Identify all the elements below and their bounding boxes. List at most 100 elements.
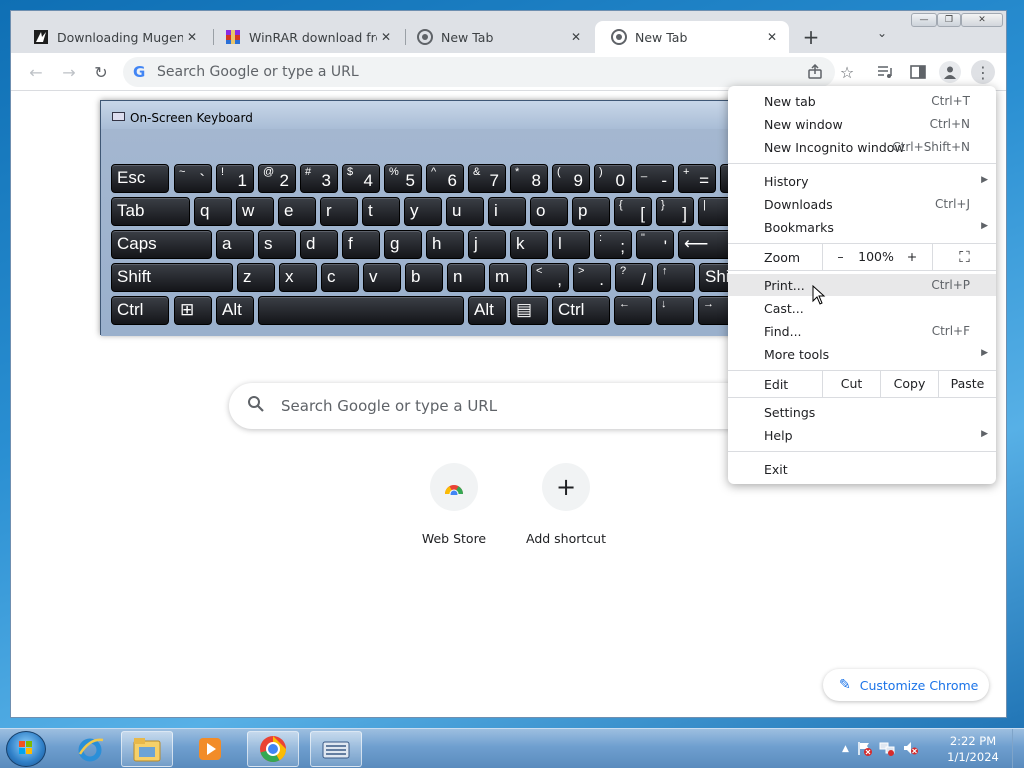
osk-key-bottom-row-7[interactable]: m: [489, 263, 527, 292]
osk-key-home-row-11[interactable]: " ': [636, 230, 674, 259]
menu-item-settings[interactable]: Settings: [728, 401, 996, 423]
osk-key-number-row-10[interactable]: (9: [552, 164, 590, 193]
osk-key-top-row-7[interactable]: u: [446, 197, 484, 226]
menu-item-exit[interactable]: Exit: [728, 458, 996, 480]
osk-key-number-row-5[interactable]: $4: [342, 164, 380, 193]
osk-key-home-row-6[interactable]: h: [426, 230, 464, 259]
osk-key-top-row-6[interactable]: y: [404, 197, 442, 226]
restore-button[interactable]: ❐: [937, 13, 961, 27]
osk-key-number-row-13[interactable]: + =: [678, 164, 716, 193]
forward-icon[interactable]: →: [59, 62, 79, 82]
osk-key-number-row-0[interactable]: Esc: [111, 164, 169, 193]
osk-key-bottom-row-2[interactable]: x: [279, 263, 317, 292]
osk-key-space-row-2[interactable]: Alt: [216, 296, 254, 325]
osk-key-bottom-row-5[interactable]: b: [405, 263, 443, 292]
menu-item-new-incognito[interactable]: New Incognito window Ctrl+Shift+N: [728, 136, 996, 158]
osk-key-number-row-7[interactable]: ^ 6: [426, 164, 464, 193]
osk-key-top-row-8[interactable]: i: [488, 197, 526, 226]
network-icon[interactable]: [879, 740, 895, 759]
menu-item-bookmarks[interactable]: Bookmarks ▶: [728, 216, 996, 238]
tab-new-tab[interactable]: New Tab ✕: [401, 21, 593, 53]
clock[interactable]: 2:22 PM 1/1/2024: [938, 733, 1008, 765]
menu-item-help[interactable]: Help ▶: [728, 424, 996, 446]
osk-key-number-row-4[interactable]: #3: [300, 164, 338, 193]
volume-muted-icon[interactable]: [902, 740, 918, 759]
zoom-in-button[interactable]: +: [894, 244, 930, 270]
ntp-search-box[interactable]: Search Google or type a URL: [229, 383, 789, 429]
close-tab-icon[interactable]: ✕: [183, 30, 201, 44]
osk-key-home-row-1[interactable]: a: [216, 230, 254, 259]
osk-key-home-row-4[interactable]: f: [342, 230, 380, 259]
osk-key-home-row-10[interactable]: :;: [594, 230, 632, 259]
cut-button[interactable]: Cut: [822, 371, 880, 397]
start-button[interactable]: [6, 731, 46, 767]
paste-button[interactable]: Paste: [938, 371, 996, 397]
fullscreen-icon[interactable]: ⛶: [932, 244, 996, 270]
show-desktop-button[interactable]: [1012, 729, 1024, 768]
osk-key-bottom-row-3[interactable]: c: [321, 263, 359, 292]
shortcut-web-store[interactable]: Web Store: [409, 463, 499, 546]
osk-title-bar[interactable]: On-Screen Keyboard: [101, 101, 739, 129]
tab-new-tab-active[interactable]: New Tab ✕: [595, 21, 789, 53]
osk-key-home-row-5[interactable]: g: [384, 230, 422, 259]
osk-key-number-row-6[interactable]: % 5: [384, 164, 422, 193]
osk-key-bottom-row-1[interactable]: z: [237, 263, 275, 292]
osk-key-top-row-4[interactable]: r: [320, 197, 358, 226]
osk-key-home-row-9[interactable]: l: [552, 230, 590, 259]
chrome-menu-kebab-icon[interactable]: ⋮: [971, 60, 995, 84]
minimize-button[interactable]: —: [911, 13, 937, 27]
osk-key-top-row-5[interactable]: t: [362, 197, 400, 226]
close-window-button[interactable]: ✕: [961, 13, 1003, 27]
menu-item-more-tools[interactable]: More tools ▶: [728, 343, 996, 365]
media-control-icon[interactable]: [875, 62, 895, 82]
close-tab-icon[interactable]: ✕: [377, 30, 395, 44]
menu-item-cast[interactable]: Cast...: [728, 297, 996, 319]
osk-key-space-row-7[interactable]: ←: [614, 296, 652, 325]
osk-key-bottom-row-6[interactable]: n: [447, 263, 485, 292]
osk-key-home-row-7[interactable]: j: [468, 230, 506, 259]
on-screen-keyboard-taskbar-icon[interactable]: [310, 731, 362, 767]
menu-item-print[interactable]: Print... Ctrl+P: [728, 274, 996, 296]
zoom-out-button[interactable]: –: [822, 244, 858, 270]
menu-item-find[interactable]: Find... Ctrl+F: [728, 320, 996, 342]
file-explorer-icon[interactable]: [121, 731, 173, 767]
menu-item-history[interactable]: History ▶: [728, 170, 996, 192]
bookmark-star-icon[interactable]: ☆: [837, 62, 857, 82]
osk-key-top-row-1[interactable]: q: [194, 197, 232, 226]
osk-key-top-row-11[interactable]: {[: [614, 197, 652, 226]
new-tab-button[interactable]: +: [799, 25, 823, 49]
osk-key-top-row-10[interactable]: p: [572, 197, 610, 226]
copy-button[interactable]: Copy: [880, 371, 938, 397]
osk-key-number-row-2[interactable]: ! 1: [216, 164, 254, 193]
osk-key-number-row-11[interactable]: ) 0: [594, 164, 632, 193]
close-tab-icon[interactable]: ✕: [763, 30, 781, 44]
omnibox[interactable]: G Search Google or type a URL: [123, 57, 835, 87]
osk-key-space-row-8[interactable]: ↓: [656, 296, 694, 325]
osk-key-number-row-8[interactable]: & 7: [468, 164, 506, 193]
back-icon[interactable]: ←: [26, 62, 46, 82]
osk-key-bottom-row-0[interactable]: Shift: [111, 263, 233, 292]
menu-item-downloads[interactable]: Downloads Ctrl+J: [728, 193, 996, 215]
show-hidden-icons-chevron-icon[interactable]: ▲: [842, 744, 849, 754]
osk-key-number-row-9[interactable]: * 8: [510, 164, 548, 193]
osk-key-number-row-3[interactable]: @2: [258, 164, 296, 193]
osk-key-home-row-0[interactable]: Caps: [111, 230, 212, 259]
shortcut-add[interactable]: + Add shortcut: [521, 463, 611, 546]
osk-key-top-row-2[interactable]: w: [236, 197, 274, 226]
osk-key-bottom-row-10[interactable]: ? /: [615, 263, 653, 292]
osk-key-bottom-row-8[interactable]: <,: [531, 263, 569, 292]
osk-key-number-row-12[interactable]: _ -: [636, 164, 674, 193]
osk-key-home-row-8[interactable]: k: [510, 230, 548, 259]
internet-explorer-icon[interactable]: [64, 731, 116, 767]
osk-key-space-row-1[interactable]: ⊞: [174, 296, 212, 325]
profile-avatar-icon[interactable]: [939, 61, 961, 83]
osk-key-space-row-6[interactable]: Ctrl: [552, 296, 610, 325]
share-icon[interactable]: [805, 62, 825, 82]
tab-search-icon[interactable]: ⌄: [877, 26, 887, 40]
osk-key-top-row-0[interactable]: Tab: [111, 197, 190, 226]
osk-key-space-row-0[interactable]: Ctrl: [111, 296, 169, 325]
side-panel-icon[interactable]: [908, 62, 928, 82]
menu-item-new-tab[interactable]: New tab Ctrl+T: [728, 90, 996, 112]
osk-key-home-row-3[interactable]: d: [300, 230, 338, 259]
osk-key-space-row-3[interactable]: [258, 296, 464, 325]
